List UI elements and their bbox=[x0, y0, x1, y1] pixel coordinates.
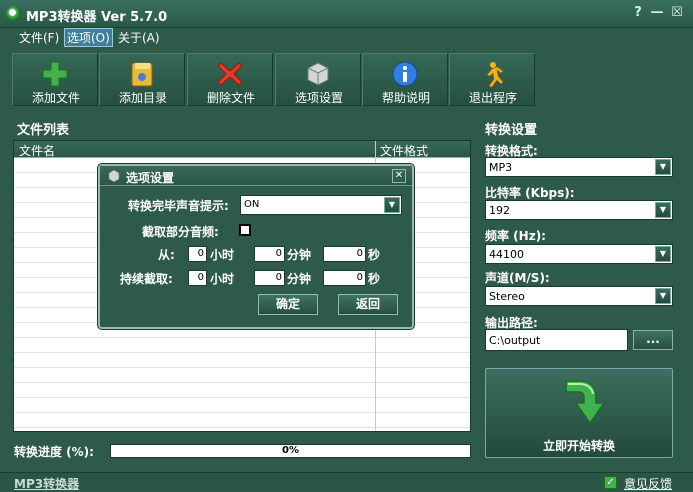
column-format[interactable]: 文件格式 bbox=[380, 142, 428, 159]
duration-hours-value: 0 bbox=[197, 272, 204, 283]
chevron-down-icon[interactable]: ▼ bbox=[655, 202, 671, 218]
add-folder-label: 添加目录 bbox=[118, 91, 167, 105]
dialog-close-button[interactable]: ✕ bbox=[392, 169, 406, 183]
clip-audio-label: 截取部分音频: bbox=[142, 225, 219, 239]
settings-cube-icon bbox=[108, 169, 120, 183]
duration-label: 持续截取: bbox=[120, 272, 173, 286]
sound-prompt-select[interactable]: ON ▼ bbox=[240, 195, 402, 215]
convert-settings-title: 转换设置 bbox=[485, 123, 538, 138]
close-button[interactable]: ☒ bbox=[670, 6, 684, 20]
duration-hours-input[interactable]: 0 bbox=[188, 270, 207, 286]
chevron-down-icon[interactable]: ▼ bbox=[655, 288, 671, 304]
from-seconds-value: 0 bbox=[356, 248, 363, 259]
seconds-unit: 秒 bbox=[368, 248, 381, 262]
bitrate-select[interactable]: 192 ▼ bbox=[485, 200, 673, 220]
duration-seconds-input[interactable]: 0 bbox=[323, 270, 366, 286]
channel-label: 声道(M/S): bbox=[485, 271, 550, 285]
add-file-label: 添加文件 bbox=[31, 91, 80, 105]
progress-text: 0% bbox=[282, 445, 299, 456]
hours-unit: 小时 bbox=[210, 248, 235, 262]
chevron-down-icon[interactable]: ▼ bbox=[384, 197, 400, 213]
delete-icon bbox=[217, 62, 243, 86]
status-bar: MP3转换器 ✓ 意见反馈 bbox=[0, 472, 693, 491]
from-seconds-input[interactable]: 0 bbox=[323, 246, 366, 262]
from-minutes-input[interactable]: 0 bbox=[254, 246, 285, 262]
info-icon bbox=[392, 61, 418, 87]
chevron-down-icon[interactable]: ▼ bbox=[655, 159, 671, 175]
from-hours-value: 0 bbox=[197, 248, 204, 259]
progress-label: 转换进度 (%): bbox=[14, 445, 94, 459]
frequency-select[interactable]: 44100 ▼ bbox=[485, 244, 673, 264]
menu-about[interactable]: 关于(A) bbox=[116, 29, 162, 46]
help-icon[interactable]: ? bbox=[631, 6, 645, 20]
format-value: MP3 bbox=[489, 161, 513, 174]
ok-button[interactable]: 确定 bbox=[258, 294, 318, 315]
back-button[interactable]: 返回 bbox=[338, 294, 398, 315]
app-logo-icon bbox=[6, 6, 22, 22]
options-settings-button[interactable]: 选项设置 bbox=[275, 53, 361, 106]
minutes-unit: 分钟 bbox=[287, 248, 312, 262]
delete-file-label: 删除文件 bbox=[206, 91, 255, 105]
output-path-value: C:\output bbox=[489, 334, 541, 347]
duration-seconds-value: 0 bbox=[356, 272, 363, 283]
settings-cube-icon bbox=[307, 62, 329, 86]
exit-label: 退出程序 bbox=[468, 91, 517, 105]
delete-file-button[interactable]: 删除文件 bbox=[187, 53, 273, 106]
add-folder-icon bbox=[131, 62, 153, 87]
green-arrow-down-icon bbox=[565, 380, 606, 425]
sound-prompt-label: 转换完毕声音提示: bbox=[128, 199, 229, 213]
bitrate-label: 比特率 (Kbps): bbox=[485, 186, 575, 200]
add-folder-button[interactable]: 添加目录 bbox=[99, 53, 185, 106]
feedback-link[interactable]: 意见反馈 bbox=[624, 475, 672, 492]
hours-unit: 小时 bbox=[210, 272, 235, 286]
minutes-unit: 分钟 bbox=[287, 272, 312, 286]
clip-audio-checkbox[interactable] bbox=[239, 224, 251, 236]
channel-select[interactable]: Stereo ▼ bbox=[485, 286, 673, 306]
file-list-title: 文件列表 bbox=[17, 123, 70, 138]
chevron-down-icon[interactable]: ▼ bbox=[655, 246, 671, 262]
options-settings-label: 选项设置 bbox=[294, 91, 343, 105]
bitrate-value: 192 bbox=[489, 204, 510, 217]
start-convert-label: 立即开始转换 bbox=[542, 439, 615, 453]
duration-minutes-input[interactable]: 0 bbox=[254, 270, 285, 286]
options-dialog: 选项设置 ✕ 转换完毕声音提示: ON ▼ 截取部分音频: 从: 0 小时 0 … bbox=[98, 164, 414, 329]
frequency-value: 44100 bbox=[489, 248, 524, 261]
browse-button[interactable]: ... bbox=[633, 330, 673, 350]
status-app-link[interactable]: MP3转换器 bbox=[14, 475, 79, 492]
channel-value: Stereo bbox=[489, 290, 525, 303]
from-minutes-value: 0 bbox=[275, 248, 282, 259]
exit-runner-icon bbox=[486, 62, 504, 88]
title-bar: MP3转换器 Ver 5.7.0 ? — ☒ bbox=[0, 0, 693, 28]
feedback-check-icon: ✓ bbox=[604, 476, 617, 489]
start-convert-button[interactable]: 立即开始转换 bbox=[485, 368, 673, 458]
format-select[interactable]: MP3 ▼ bbox=[485, 157, 673, 177]
frequency-label: 频率 (Hz): bbox=[485, 229, 546, 243]
from-label: 从: bbox=[158, 248, 175, 262]
duration-minutes-value: 0 bbox=[275, 272, 282, 283]
menu-options[interactable]: 选项(O) bbox=[64, 28, 113, 47]
seconds-unit: 秒 bbox=[368, 272, 381, 286]
minimize-button[interactable]: — bbox=[650, 6, 664, 20]
column-filename[interactable]: 文件名 bbox=[19, 142, 55, 159]
output-path-input[interactable]: C:\output bbox=[485, 329, 628, 351]
exit-button[interactable]: 退出程序 bbox=[449, 53, 535, 106]
add-file-button[interactable]: 添加文件 bbox=[12, 53, 98, 106]
menu-file[interactable]: 文件(F) bbox=[17, 29, 61, 46]
add-file-icon bbox=[42, 61, 68, 87]
dialog-title: 选项设置 bbox=[126, 171, 175, 185]
help-label: 帮助说明 bbox=[381, 91, 430, 105]
help-button[interactable]: 帮助说明 bbox=[362, 53, 448, 106]
dialog-title-bar[interactable]: 选项设置 ✕ bbox=[100, 166, 412, 186]
window-title: MP3转换器 Ver 5.7.0 bbox=[26, 10, 168, 25]
progress-bar: 0% bbox=[110, 444, 471, 458]
file-list-header: 文件名 文件格式 bbox=[14, 141, 470, 158]
menu-bar: 文件(F) 选项(O) 关于(A) bbox=[0, 28, 693, 47]
sound-prompt-value: ON bbox=[244, 199, 260, 210]
from-hours-input[interactable]: 0 bbox=[188, 246, 207, 262]
